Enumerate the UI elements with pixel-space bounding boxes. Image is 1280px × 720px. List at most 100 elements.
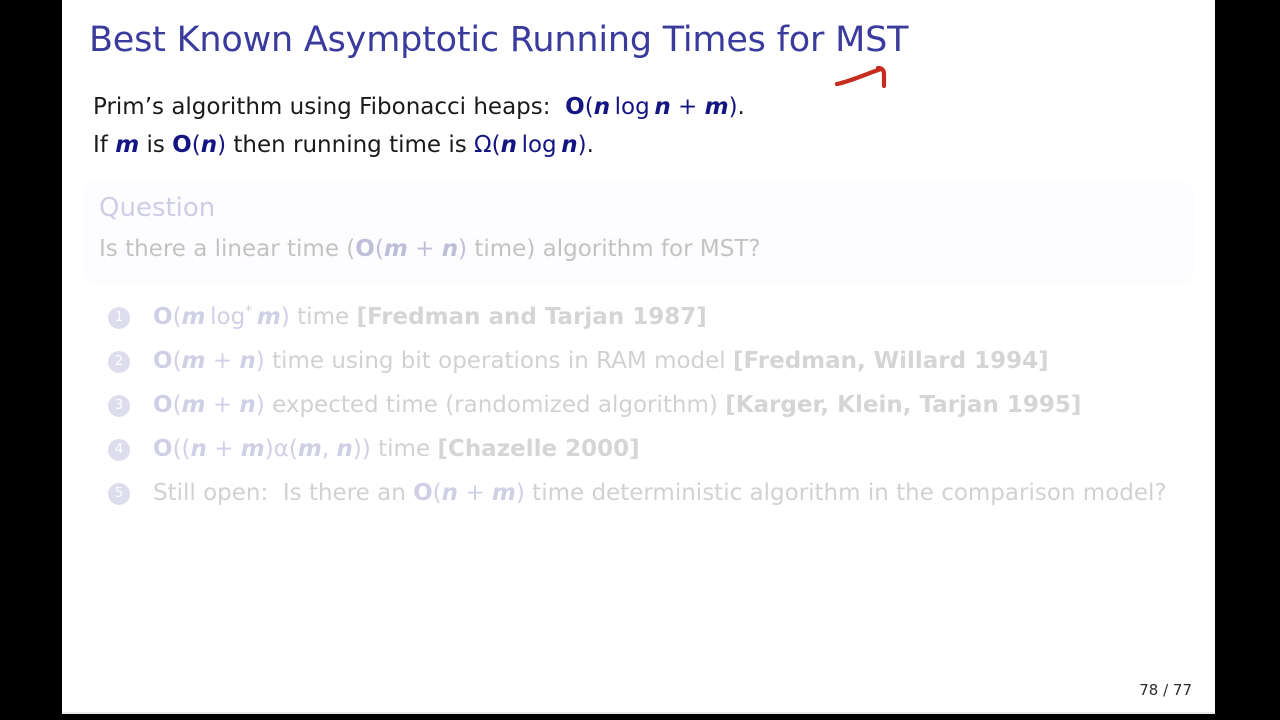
text-run: time (370, 436, 438, 462)
text-run: ) (255, 392, 265, 418)
list-item: 4 O((n + m)α(m, n)) time [Chazelle 2000] (108, 432, 1215, 466)
math-paren-open-q: ( (374, 236, 384, 262)
text-run: m (491, 480, 516, 506)
text-run: ) (515, 480, 525, 506)
math-big-o: O (565, 94, 585, 120)
math-var-n-3: n (200, 132, 218, 158)
math-space-q1 (408, 236, 415, 262)
text-run: time using bit operations in RAM model (264, 348, 733, 374)
math-omega: Ω (474, 132, 492, 158)
list-item: 2 O(m + n) time using bit operations in R… (108, 344, 1215, 378)
math-log-label: log (614, 94, 650, 120)
list-item-number-badge: 2 (108, 351, 130, 373)
text-run: m (240, 436, 265, 462)
text-run: ) (280, 304, 290, 330)
text-run: n (239, 392, 256, 418)
text-run: m (181, 348, 206, 374)
question-lead: Is there a linear time ( (99, 236, 356, 262)
text-run: O (413, 480, 433, 506)
math-var-n: n (593, 94, 611, 120)
citation: [Fredman, Willard 1994] (733, 348, 1049, 374)
list-item-number-badge: 1 (108, 307, 130, 329)
math-paren-open-2: ( (191, 132, 201, 158)
text-run: n (336, 436, 353, 462)
text-run: + (458, 480, 492, 506)
text-run: ) (255, 348, 265, 374)
math-var-n-5: n (561, 132, 578, 158)
text-run: log (210, 304, 246, 330)
list-item-number-badge: 4 (108, 439, 130, 461)
slide-canvas: Best Known Asymptotic Running Times for … (62, 0, 1215, 712)
text-run: ) (264, 436, 274, 462)
math-log-label-2: log (521, 132, 557, 158)
question-tail: time) algorithm for MST? (467, 236, 761, 262)
text-run: ( (172, 304, 182, 330)
math-var-m-q: m (383, 236, 408, 262)
text-run: )) (352, 436, 371, 462)
math-var-m: m (704, 94, 729, 120)
text-run: expected time (randomized algorithm) (264, 392, 726, 418)
math-paren-close-q: ) (458, 236, 468, 262)
text-run: m (256, 304, 281, 330)
text-run: O (153, 392, 173, 418)
intro-line-2-lead: If (93, 132, 116, 158)
page-title: Best Known Asymptotic Running Times for … (89, 20, 909, 60)
math-var-n-2: n (654, 94, 671, 120)
math-space-q2 (434, 236, 441, 262)
text-run: ( (172, 348, 182, 374)
text-run: + (206, 436, 241, 462)
intro-line-1-lead: Prim’s algorithm using Fibonacci heaps: (93, 94, 566, 120)
question-heading: Question (99, 193, 216, 223)
intro-line-2: If m is O(n) then running time is Ω(n lo… (93, 126, 745, 164)
text-run: O (153, 304, 173, 330)
list-item: 5 Still open: Is there an O(n + m) time d… (108, 476, 1215, 510)
list-item-text: Still open: Is there an O(n + m) time de… (153, 476, 1215, 510)
red-hand-drawn-arrow-annotation (834, 65, 887, 89)
math-paren-open-3: ( (491, 132, 501, 158)
question-callout-box: Question Is there a linear time (O(m + n… (85, 181, 1192, 281)
list-item-number-badge: 3 (108, 395, 130, 417)
results-enumerated-list: 1 O(m log* m) time [Fredman and Tarjan 19… (108, 300, 1215, 520)
intro-line-1: Prim’s algorithm using Fibonacci heaps: … (93, 88, 745, 126)
list-item-text: O(m log* m) time [Fredman and Tarjan 198… (153, 300, 1215, 334)
text-run: ( (432, 480, 442, 506)
intro-line-2-mid-1: is (139, 132, 173, 158)
list-item: 1 O(m log* m) time [Fredman and Tarjan 19… (108, 300, 1215, 334)
question-body: Is there a linear time (O(m + n) time) a… (99, 231, 1178, 267)
text-run: ( (288, 436, 298, 462)
text-run: (( (172, 436, 191, 462)
list-item-text: O((n + m)α(m, n)) time [Chazelle 2000] (153, 432, 1215, 466)
math-var-m-2: m (115, 132, 140, 158)
text-run: m (297, 436, 322, 462)
intro-line-2-tail: . (586, 132, 594, 158)
intro-line-2-mid-2: then running time is (226, 132, 475, 158)
text-run: m (181, 304, 206, 330)
text-run: n (239, 348, 256, 374)
text-run: + (205, 392, 240, 418)
presentation-viewport: Best Known Asymptotic Running Times for … (0, 0, 1280, 720)
citation: [Chazelle 2000] (437, 436, 640, 462)
math-paren-close-2: ) (217, 132, 227, 158)
slide-bottom-divider (62, 712, 1215, 714)
list-item-text: O(m + n) expected time (randomized algor… (153, 388, 1215, 422)
math-big-o-q: O (355, 236, 375, 262)
text-run: time deterministic algorithm in the comp… (524, 480, 1167, 506)
intro-line-1-tail: . (737, 94, 745, 120)
list-item: 3 O(m + n) expected time (randomized algo… (108, 388, 1215, 422)
text-run: m (181, 392, 206, 418)
math-big-o-2: O (172, 132, 192, 158)
math-plus (671, 94, 678, 120)
citation: [Fredman and Tarjan 1987] (356, 304, 707, 330)
text-run: time (289, 304, 357, 330)
text-run: O (153, 348, 173, 374)
intro-paragraph: Prim’s algorithm using Fibonacci heaps: … (93, 88, 745, 164)
text-run: n (441, 480, 459, 506)
math-paren-close: ) (728, 94, 738, 120)
math-plus-sign: + (678, 94, 698, 120)
text-run: α (273, 436, 289, 462)
text-run: Still open: Is there an (153, 480, 414, 506)
math-var-n-q: n (441, 236, 459, 262)
text-run: + (205, 348, 240, 374)
math-paren-close-3: ) (577, 132, 587, 158)
page-number: 78 / 77 (1139, 681, 1192, 699)
